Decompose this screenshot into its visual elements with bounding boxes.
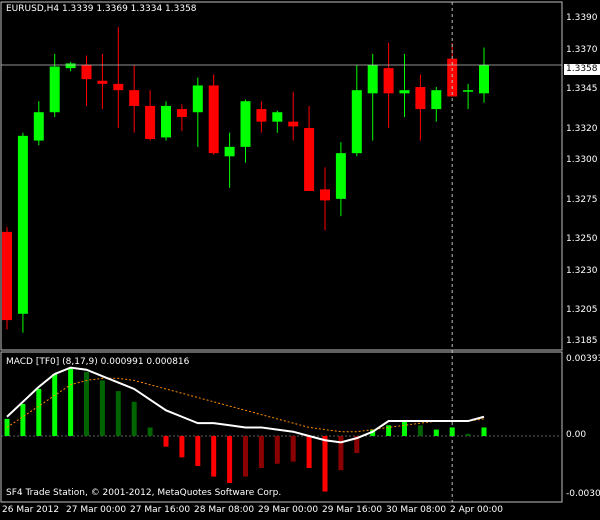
candle-body (81, 64, 92, 80)
price-tick: 1.3205 (566, 305, 598, 315)
candle-body (176, 109, 187, 117)
candle-body (65, 63, 76, 69)
macd-tick: 0.003931 (566, 354, 600, 364)
price-tick: 1.3275 (566, 195, 598, 205)
macd-histogram-bar (306, 435, 312, 469)
trading-chart-window[interactable]: EURUSD,H4 1.3339 1.3369 1.3334 1.3358 MA… (0, 0, 600, 520)
macd-histogram-bar (99, 380, 105, 436)
macd-histogram-bar (52, 374, 58, 436)
macd-histogram-bar (131, 401, 137, 436)
macd-histogram-bar (481, 427, 487, 436)
macd-tick: -0.00309 (566, 489, 600, 499)
macd-histogram-bar (322, 435, 328, 492)
candle-body (272, 112, 283, 122)
time-tick: 2 Apr 00:00 (450, 505, 503, 515)
time-tick: 29 Mar 16:00 (322, 505, 383, 515)
macd-histogram-bar (179, 435, 185, 458)
macd-histogram-bar (465, 433, 471, 436)
macd-histogram-bar (243, 435, 248, 477)
candle-body (320, 189, 330, 201)
macd-signal-line (6, 377, 485, 433)
candle-body (161, 105, 171, 138)
macd-histogram-bar (4, 418, 10, 436)
candle-body (97, 80, 108, 84)
macd-histogram-bar (36, 388, 42, 436)
current-price-label: 1.3358 (564, 64, 600, 75)
time-tick: 30 Mar 08:00 (386, 505, 447, 515)
price-tick: 1.3370 (566, 45, 598, 55)
candle-body (49, 66, 60, 113)
candle-body (17, 135, 28, 314)
chart-canvas[interactable] (0, 0, 600, 520)
macd-histogram-bar (227, 435, 233, 483)
macd-histogram-bar (163, 435, 169, 447)
time-tick: 29 Mar 00:00 (258, 505, 319, 515)
macd-histogram-bar (147, 427, 153, 436)
candle-body (351, 90, 362, 154)
time-tick: 27 Mar 16:00 (130, 505, 191, 515)
macd-histogram-bar (402, 421, 407, 436)
price-tick: 1.3390 (566, 13, 598, 23)
candle-body (399, 90, 410, 94)
candle-body (2, 231, 12, 321)
macd-indicator-title: MACD [TF0] (8,17,9) 0.000991 0.000816 (6, 357, 190, 367)
candle-body (288, 121, 299, 127)
macd-histogram-bar (84, 371, 89, 436)
candle-body (113, 83, 124, 91)
candle-body (129, 90, 140, 106)
candle-body (335, 153, 346, 199)
macd-histogram-bar (211, 435, 217, 477)
candle-body (208, 85, 219, 154)
price-tick: 1.3300 (566, 155, 598, 165)
candle-body (304, 127, 315, 191)
time-tick: 27 Mar 00:00 (66, 505, 127, 515)
candle-body (145, 105, 156, 139)
macd-histogram-bar (274, 435, 280, 464)
price-tick: 1.3250 (566, 234, 598, 244)
candle-body (431, 90, 442, 110)
macd-histogram-bar (258, 435, 264, 469)
candle-body (192, 85, 203, 113)
price-tick: 1.3345 (566, 84, 598, 94)
main-chart-title: EURUSD,H4 1.3339 1.3369 1.3334 1.3358 (6, 4, 197, 14)
price-tick: 1.3320 (566, 124, 598, 134)
candle-body (415, 87, 426, 110)
price-tick: 1.3230 (566, 266, 598, 276)
copyright-text: SF4 Trade Station, © 2001-2012, MetaQuot… (6, 488, 282, 498)
macd-histogram-bar (449, 427, 455, 436)
candle-body (463, 90, 474, 92)
macd-tick: 0.00 (566, 430, 587, 440)
macd-main-line (6, 366, 485, 444)
macd-histogram-bar (68, 367, 74, 436)
time-tick: 26 Mar 2012 (2, 505, 60, 515)
price-tick: 1.3185 (566, 336, 598, 346)
candle-body (224, 146, 235, 157)
macd-histogram-bar (195, 435, 201, 466)
macd-histogram-bar (290, 435, 296, 462)
candle-body (383, 68, 394, 94)
macd-histogram-bar (417, 425, 423, 436)
main-panel-frame (0, 1, 563, 351)
macd-histogram-bar (115, 391, 121, 436)
candle-body (240, 101, 251, 147)
candle-body (479, 64, 489, 94)
candle-body (367, 64, 378, 94)
candle-body (33, 112, 44, 141)
candle-body (256, 109, 267, 122)
time-tick: 28 Mar 08:00 (194, 505, 255, 515)
macd-histogram-bar (20, 403, 26, 436)
macd-histogram-bar (433, 429, 439, 436)
